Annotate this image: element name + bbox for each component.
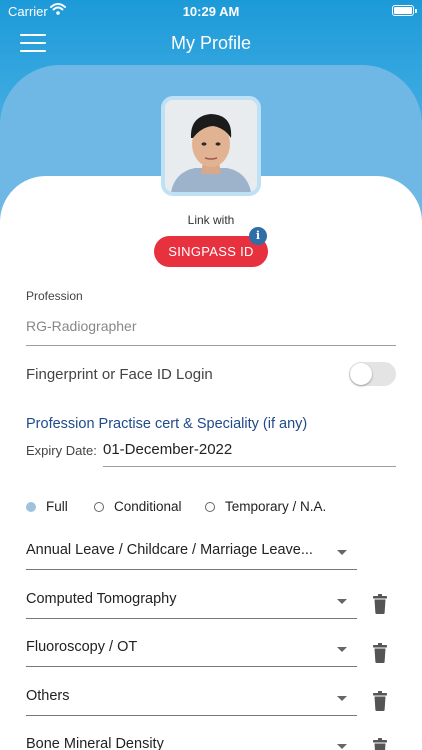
certification-title: Profession Practise cert & Speciality (i…: [26, 416, 308, 432]
radio-label: Conditional: [114, 499, 182, 514]
profile-photo: [165, 100, 257, 192]
toggle-knob: [350, 363, 372, 385]
link-with-label: Link with: [187, 213, 235, 227]
caret-down-icon: [337, 647, 347, 652]
dropdown-value: Others: [26, 688, 70, 704]
speciality-dropdown-2[interactable]: Fluoroscopy / OT: [26, 631, 357, 667]
trash-icon[interactable]: [372, 594, 388, 614]
dropdown-underline: [26, 666, 357, 667]
dropdown-value: Annual Leave / Childcare / Marriage Leav…: [26, 542, 313, 558]
radio-dot: [94, 502, 104, 512]
avatar[interactable]: [161, 96, 261, 196]
radio-label: Temporary / N.A.: [225, 499, 327, 514]
radio-conditional[interactable]: Conditional: [94, 499, 194, 515]
info-icon[interactable]: i: [249, 227, 267, 245]
dropdown-value: Fluoroscopy / OT: [26, 639, 138, 655]
biometric-toggle[interactable]: [349, 362, 396, 386]
profession-label: Profession: [26, 289, 83, 303]
speciality-dropdown-1[interactable]: Computed Tomography: [26, 583, 357, 619]
trash-icon[interactable]: [372, 691, 388, 711]
clock: 10:29 AM: [182, 4, 240, 19]
radio-dot: [26, 502, 36, 512]
expiry-underline: [103, 466, 396, 467]
dropdown-value: Bone Mineral Density: [26, 736, 164, 750]
profession-underline: [26, 345, 396, 346]
caret-down-icon: [337, 599, 347, 604]
trash-icon[interactable]: [372, 738, 388, 750]
dropdown-value: Computed Tomography: [26, 591, 177, 607]
speciality-dropdown-3[interactable]: Others: [26, 680, 357, 716]
biometric-label: Fingerprint or Face ID Login: [26, 366, 213, 383]
battery-icon: [392, 5, 417, 16]
radio-dot: [205, 502, 215, 512]
dropdown-underline: [26, 569, 357, 570]
trash-icon[interactable]: [372, 643, 388, 663]
leave-dropdown[interactable]: Annual Leave / Childcare / Marriage Leav…: [26, 534, 357, 570]
radio-full[interactable]: Full: [26, 499, 76, 515]
status-bar: Carrier 10:29 AM: [0, 0, 422, 22]
expiry-date-field[interactable]: 01-December-2022: [103, 441, 232, 458]
radio-label: Full: [46, 499, 68, 514]
dropdown-underline: [26, 618, 357, 619]
page-title: My Profile: [170, 33, 251, 53]
caret-down-icon: [337, 696, 347, 701]
dropdown-underline: [26, 715, 357, 716]
radio-temporary[interactable]: Temporary / N.A.: [205, 499, 335, 515]
caret-down-icon: [337, 744, 347, 749]
speciality-dropdown-4[interactable]: Bone Mineral Density: [26, 728, 357, 750]
profession-field[interactable]: RG-Radiographer: [26, 318, 137, 334]
expiry-label: Expiry Date:: [26, 443, 97, 458]
caret-down-icon: [337, 550, 347, 555]
